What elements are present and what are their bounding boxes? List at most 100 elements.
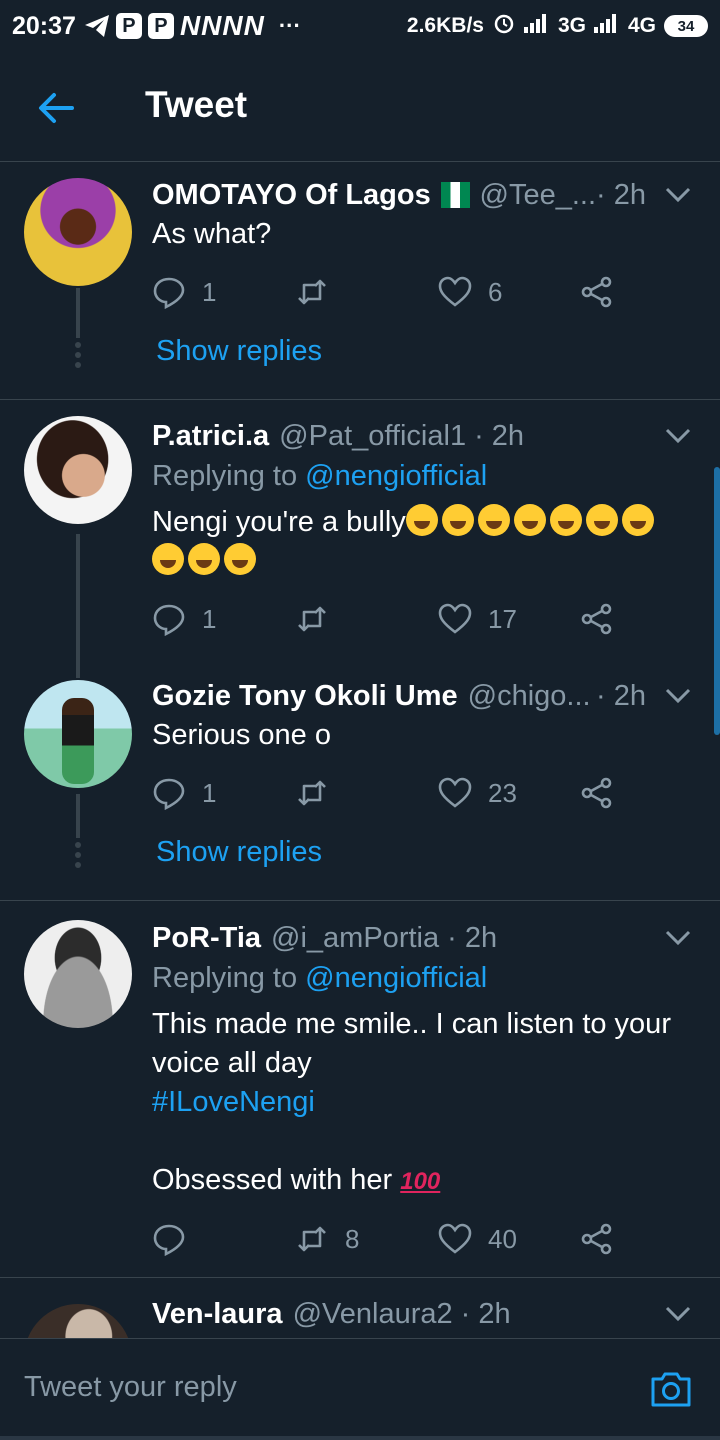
thread-dots — [75, 342, 81, 372]
like-button[interactable]: 6 — [438, 272, 502, 312]
reply-button[interactable] — [152, 1219, 202, 1259]
tweet-text: This made me smile.. I can listen to you… — [152, 1005, 696, 1201]
status-bar: 20:37 P P NNNN ··· 2.6KB/s 3G 4G 34 — [0, 0, 720, 52]
network-type-3g: 3G — [557, 14, 586, 37]
user-handle: @Tee_... — [479, 178, 597, 211]
tweet-text: Serious one o — [152, 719, 331, 751]
tweet-text-line: This made me smile.. I can listen to you… — [152, 1008, 671, 1040]
share-button[interactable] — [580, 272, 630, 312]
reply-input[interactable] — [24, 1371, 604, 1404]
display-name[interactable]: P.atrici.a — [152, 420, 269, 453]
nigeria-flag-icon — [440, 182, 470, 208]
mention-link[interactable]: @nengiofficial — [305, 460, 487, 492]
tweet-header: OMOTAYO Of Lagos @Tee_... · 2h — [152, 175, 690, 215]
chevron-down-icon[interactable] — [664, 687, 692, 705]
thread-line — [76, 534, 80, 662]
replying-to: Replying to @nengiofficial — [152, 962, 487, 995]
share-icon — [581, 603, 612, 635]
retweet-button[interactable] — [295, 599, 345, 639]
share-icon — [581, 777, 612, 809]
nav-gesture-bar — [0, 1436, 720, 1440]
like-button[interactable]: 23 — [438, 773, 517, 813]
scrollbar[interactable] — [714, 467, 720, 735]
reply-count: 1 — [202, 777, 217, 808]
reply-icon — [153, 778, 185, 810]
tweet-header: P.atrici.a @Pat_official1 · 2h — [152, 416, 690, 456]
avatar[interactable] — [24, 920, 132, 1028]
share-button[interactable] — [580, 773, 630, 813]
heart-icon — [438, 777, 472, 808]
reply-button[interactable]: 1 — [152, 773, 216, 813]
user-handle: @Venlaura2 — [292, 1297, 453, 1330]
user-handle: @Pat_official1 — [279, 419, 467, 452]
retweet-button[interactable]: 8 — [295, 1219, 359, 1259]
display-name[interactable]: PoR-Tia — [152, 922, 261, 955]
display-name[interactable]: Gozie Tony Okoli Ume — [152, 680, 458, 713]
battery-icon: 34 — [664, 15, 708, 37]
tweet-actions: 1 6 — [152, 272, 622, 312]
signal-icon-2 — [593, 13, 620, 39]
tweet-feed[interactable]: OMOTAYO Of Lagos @Tee_... · 2h As what? … — [0, 162, 720, 1338]
sweat-smile-emoji-icon — [621, 504, 654, 536]
avatar[interactable] — [24, 178, 132, 286]
tweet[interactable]: OMOTAYO Of Lagos @Tee_... · 2h As what? … — [0, 162, 720, 399]
chevron-down-icon[interactable] — [664, 929, 692, 947]
thread-line — [76, 662, 80, 678]
tweet-time: · 2h — [460, 1297, 511, 1330]
user-handle: @chigo... — [467, 679, 591, 712]
heart-icon — [438, 276, 472, 307]
laughing-emoji-icon — [513, 504, 546, 536]
retweet-button[interactable] — [295, 773, 345, 813]
mention-link[interactable]: @nengiofficial — [305, 962, 487, 994]
avatar[interactable] — [24, 1304, 132, 1338]
thread-line — [76, 794, 80, 838]
tweet-time: · 2h — [596, 679, 646, 712]
notification-n-icons: NNNN — [179, 10, 265, 41]
like-button[interactable]: 40 — [438, 1219, 517, 1259]
like-button[interactable]: 17 — [438, 599, 517, 639]
signal-icon — [523, 13, 550, 39]
laughing-emoji-icon — [585, 504, 618, 536]
share-icon — [581, 276, 612, 308]
retweet-icon — [298, 780, 326, 806]
replying-prefix: Replying to — [152, 460, 298, 492]
reply-button[interactable]: 1 — [152, 599, 216, 639]
tweet-time: · 2h — [596, 178, 646, 211]
back-arrow-icon[interactable] — [36, 88, 76, 128]
hashtag-link[interactable]: #ILoveNengi — [152, 1083, 696, 1122]
p-app-icon-2: P — [147, 13, 174, 39]
camera-icon[interactable] — [650, 1369, 692, 1409]
display-name[interactable]: OMOTAYO Of Lagos — [152, 179, 431, 212]
tweet-header: Gozie Tony Okoli Ume @chigo... · 2h — [152, 676, 690, 716]
user-handle: @i_amPortia — [271, 921, 440, 954]
heart-icon — [438, 1223, 472, 1254]
avatar[interactable] — [24, 416, 132, 524]
share-icon — [581, 1223, 612, 1255]
retweet-icon — [298, 606, 326, 632]
show-replies-link[interactable]: Show replies — [156, 335, 322, 368]
tweet[interactable]: P.atrici.a @Pat_official1 · 2h Replying … — [0, 400, 720, 662]
reply-count: 1 — [202, 276, 217, 307]
laughing-emoji-icon — [405, 504, 438, 536]
display-name[interactable]: Ven-laura — [152, 1298, 283, 1331]
chevron-down-icon[interactable] — [664, 1305, 692, 1323]
p-app-icon: P — [115, 13, 142, 39]
thread-dots — [75, 842, 81, 872]
reply-button[interactable]: 1 — [152, 272, 216, 312]
show-replies-link[interactable]: Show replies — [156, 836, 322, 869]
chevron-down-icon[interactable] — [664, 427, 692, 445]
tweet-text: As what? — [152, 218, 272, 250]
retweet-icon — [298, 1226, 326, 1252]
tweet-actions: 1 23 — [152, 773, 622, 813]
share-button[interactable] — [580, 1219, 630, 1259]
reply-count: 1 — [202, 603, 217, 634]
retweet-button[interactable] — [295, 272, 345, 312]
tweet-time: · 2h — [447, 921, 498, 954]
tweet[interactable]: Ven-laura @Venlaura2 · 2h — [0, 1278, 720, 1338]
chevron-down-icon[interactable] — [664, 186, 692, 204]
more-notifications-icon: ··· — [278, 13, 301, 38]
tweet[interactable]: Gozie Tony Okoli Ume @chigo... · 2h Seri… — [0, 662, 720, 899]
avatar[interactable] — [24, 680, 132, 788]
tweet-actions: 8 40 — [152, 1219, 622, 1259]
share-button[interactable] — [580, 599, 630, 639]
